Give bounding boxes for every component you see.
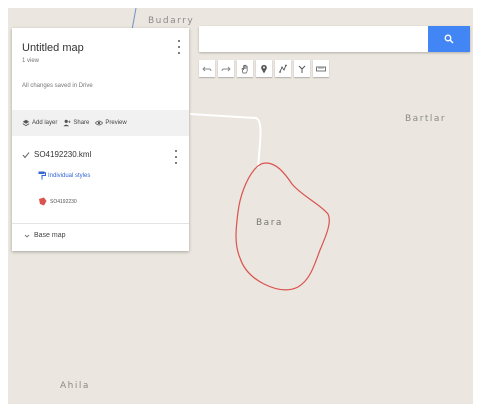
route-icon bbox=[298, 65, 306, 73]
road bbox=[189, 113, 262, 169]
map-options-menu-icon[interactable] bbox=[175, 40, 183, 54]
place-label-bartlar: Bartlar bbox=[405, 114, 447, 124]
layer-visibility-checkbox[interactable] bbox=[22, 151, 30, 159]
search-box bbox=[199, 26, 470, 52]
map-legend-panel: Untitled map 1 view All changes saved in… bbox=[12, 28, 189, 251]
hand-tool-button[interactable] bbox=[237, 60, 253, 77]
hand-icon bbox=[241, 64, 248, 73]
place-label-bara: Bara bbox=[256, 218, 283, 228]
map-title[interactable]: Untitled map bbox=[22, 42, 84, 54]
eye-icon bbox=[95, 120, 104, 126]
road-top bbox=[131, 8, 137, 31]
save-status: All changes saved in Drive bbox=[22, 83, 93, 89]
search-input[interactable] bbox=[199, 26, 425, 52]
individual-styles-label: Individual styles bbox=[48, 172, 91, 179]
draw-line-button[interactable] bbox=[275, 60, 291, 77]
individual-styles-link[interactable]: Individual styles bbox=[38, 171, 90, 180]
undo-icon bbox=[202, 66, 212, 71]
feature-label: SO4192230 bbox=[50, 198, 77, 205]
preview-button[interactable]: Preview bbox=[95, 119, 127, 127]
layers-icon bbox=[22, 119, 30, 127]
ruler-icon bbox=[316, 66, 326, 71]
view-count: 1 view bbox=[22, 58, 40, 64]
draw-line-icon bbox=[279, 64, 287, 73]
add-layer-button[interactable]: Add layer bbox=[22, 119, 57, 127]
add-marker-button[interactable] bbox=[256, 60, 272, 77]
panel-actions: Add layer Share Preview bbox=[12, 110, 189, 136]
map-toolbar bbox=[199, 60, 329, 77]
chevron-down-icon bbox=[24, 234, 30, 238]
search-button[interactable] bbox=[428, 26, 470, 52]
share-button[interactable]: Share bbox=[63, 119, 89, 127]
feature-item[interactable]: SO4192230 bbox=[38, 197, 77, 206]
checkmark-icon bbox=[22, 151, 30, 158]
preview-label: Preview bbox=[105, 120, 127, 126]
directions-button[interactable] bbox=[294, 60, 310, 77]
redo-button[interactable] bbox=[218, 60, 234, 77]
undo-button[interactable] bbox=[199, 60, 215, 77]
polygon-icon bbox=[39, 197, 47, 206]
add-layer-label: Add layer bbox=[32, 120, 58, 126]
layer-item: SO4192230.kml bbox=[22, 150, 91, 159]
redo-icon bbox=[221, 66, 231, 71]
place-label-ahila: Ahila bbox=[60, 381, 90, 391]
place-label-top: Budarry bbox=[148, 16, 195, 26]
measure-button[interactable] bbox=[313, 60, 329, 77]
base-map-label: Base map bbox=[34, 232, 66, 239]
panel-divider bbox=[12, 223, 189, 224]
paint-roller-icon bbox=[38, 171, 46, 180]
layer-name[interactable]: SO4192230.kml bbox=[34, 150, 91, 159]
share-label: Share bbox=[73, 120, 90, 126]
add-person-icon bbox=[63, 119, 71, 127]
layer-options-menu-icon[interactable] bbox=[172, 150, 180, 164]
search-icon bbox=[444, 34, 454, 44]
marker-icon bbox=[261, 64, 267, 73]
base-map-toggle[interactable]: Base map bbox=[24, 232, 66, 239]
